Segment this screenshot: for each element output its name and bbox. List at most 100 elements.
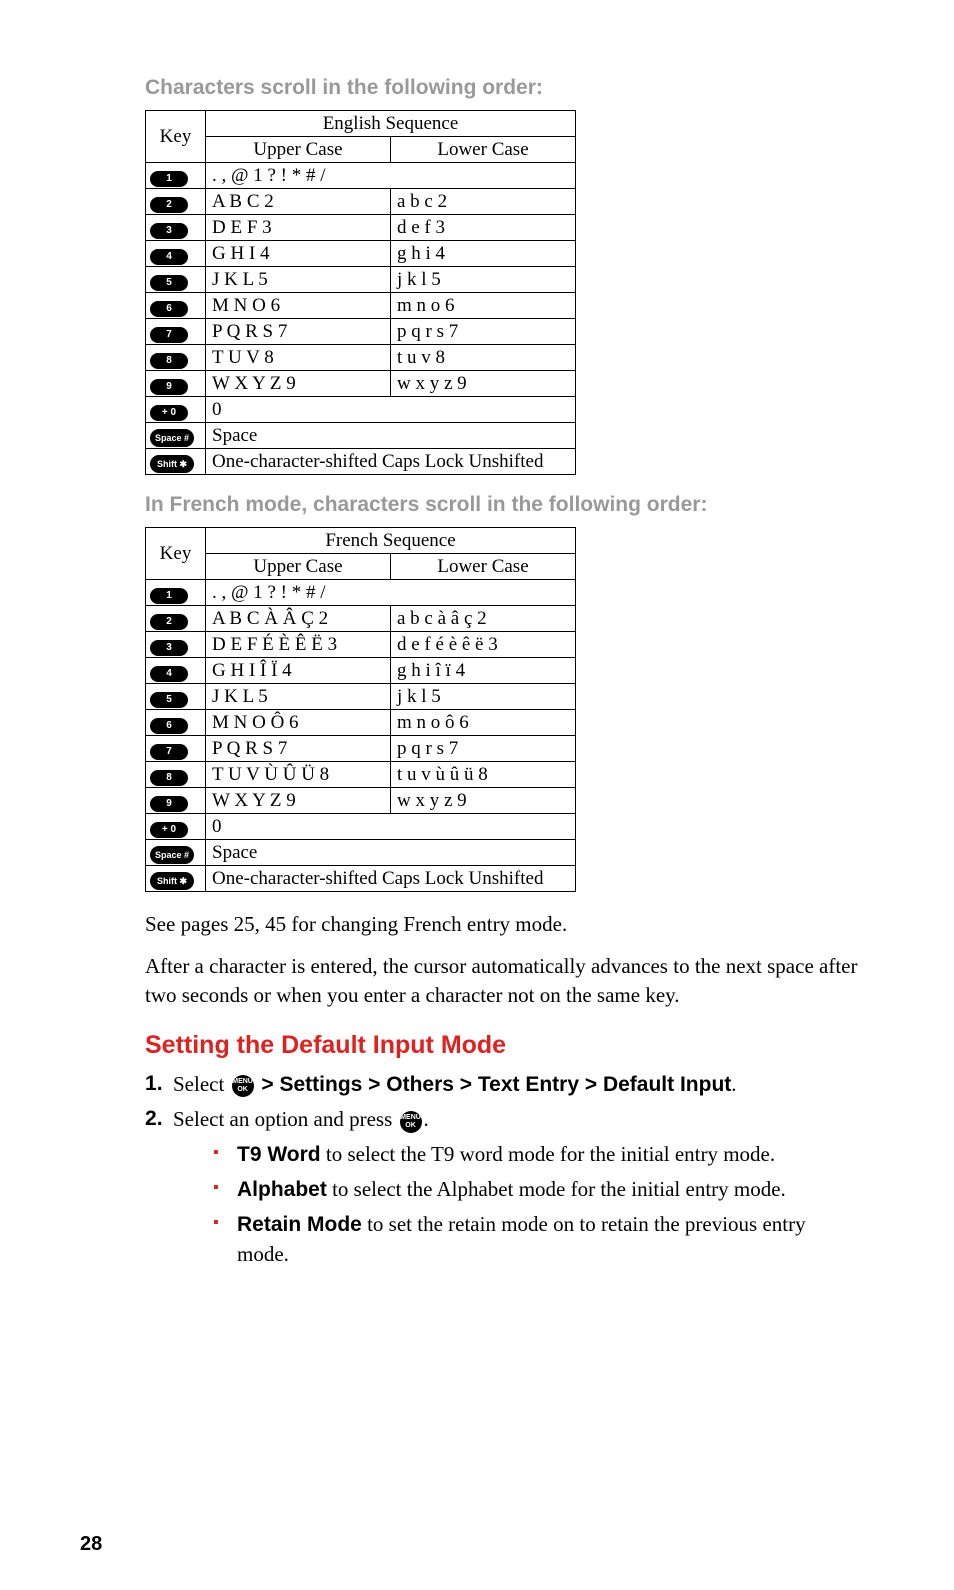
key-pill-icon: 2: [150, 614, 188, 630]
key-cell: 2: [146, 189, 206, 215]
lower-cell: j k l 5: [391, 684, 576, 710]
table-row: 5J K L 5j k l 5: [146, 684, 576, 710]
key-pill-icon: + 0: [150, 822, 188, 838]
col-upper: Upper Case: [206, 554, 391, 580]
page-content: Characters scroll in the following order…: [0, 0, 954, 1314]
key-cell: Space #: [146, 423, 206, 449]
step2-prefix: Select an option and press: [173, 1107, 398, 1131]
key-cell: 8: [146, 762, 206, 788]
table-row: 8T U V 8t u v 8: [146, 345, 576, 371]
key-pill-icon: 3: [150, 223, 188, 239]
col-upper: Upper Case: [206, 137, 391, 163]
lower-cell: m n o ô 6: [391, 710, 576, 736]
key-cell: 4: [146, 658, 206, 684]
upper-cell: J K L 5: [206, 267, 391, 293]
key-pill-icon: 1: [150, 171, 188, 187]
sequence-cell: One-character-shifted Caps Lock Unshifte…: [206, 449, 576, 475]
upper-cell: P Q R S 7: [206, 319, 391, 345]
table-row: 9 W X Y Z 9w x y z 9: [146, 371, 576, 397]
col-key: Key: [146, 111, 206, 163]
option-retain-mode: Retain Mode to set the retain mode on to…: [213, 1210, 859, 1268]
table-row: Shift ✱One-character-shifted Caps Lock U…: [146, 449, 576, 475]
table-row: Space #Space: [146, 840, 576, 866]
table-row: 1. , @ 1 ? ! * # /: [146, 580, 576, 606]
table-row: 8T U V Ù Û Ü 8t u v ù û ü 8: [146, 762, 576, 788]
key-pill-icon: 9: [150, 796, 188, 812]
sequence-cell: 0: [206, 397, 576, 423]
table-row: Shift ✱ One-character-shifted Caps Lock U…: [146, 866, 576, 892]
sequence-cell: Space: [206, 423, 576, 449]
key-cell: Shift ✱: [146, 866, 206, 892]
key-pill-icon: 9: [150, 379, 188, 395]
lower-cell: m n o 6: [391, 293, 576, 319]
table-row: + 0 0: [146, 397, 576, 423]
upper-cell: M N O 6: [206, 293, 391, 319]
key-pill-icon: 4: [150, 249, 188, 265]
key-cell: 1: [146, 163, 206, 189]
table-row: 3 D E F É È Ê Ë 3d e f é è ê ë 3: [146, 632, 576, 658]
key-cell: 3: [146, 632, 206, 658]
key-cell: + 0: [146, 814, 206, 840]
key-cell: Space #: [146, 840, 206, 866]
key-pill-icon: Space #: [150, 429, 194, 447]
lower-cell: t u v 8: [391, 345, 576, 371]
lower-cell: w x y z 9: [391, 371, 576, 397]
key-cell: 6: [146, 710, 206, 736]
col-fr-seq: French Sequence: [206, 528, 576, 554]
col-eng-seq: English Sequence: [206, 111, 576, 137]
lower-cell: g h i 4: [391, 241, 576, 267]
page-number: 28: [80, 1533, 102, 1556]
table-row: Space # Space: [146, 423, 576, 449]
key-cell: 7: [146, 319, 206, 345]
upper-cell: G H I Î Ï 4: [206, 658, 391, 684]
key-cell: 2: [146, 606, 206, 632]
lower-cell: j k l 5: [391, 267, 576, 293]
key-pill-icon: 6: [150, 301, 188, 317]
upper-cell: W X Y Z 9: [206, 371, 391, 397]
key-cell: 4: [146, 241, 206, 267]
key-pill-icon: 6: [150, 718, 188, 734]
table-row: 2 A B C À Â Ç 2a b c à â ç 2: [146, 606, 576, 632]
key-pill-icon: + 0: [150, 405, 188, 421]
heading-english-order: Characters scroll in the following order…: [145, 76, 859, 100]
table-row: 9W X Y Z 9w x y z 9: [146, 788, 576, 814]
table-row: 3D E F 3d e f 3: [146, 215, 576, 241]
sequence-cell: . , @ 1 ? ! * # /: [206, 163, 576, 189]
after-char-text: After a character is entered, the cursor…: [145, 952, 859, 1009]
lower-cell: d e f é è ê ë 3: [391, 632, 576, 658]
upper-cell: J K L 5: [206, 684, 391, 710]
upper-cell: A B C À Â Ç 2: [206, 606, 391, 632]
option-t9word: T9 Word to select the T9 word mode for t…: [213, 1140, 859, 1169]
key-pill-icon: 2: [150, 197, 188, 213]
table-row: 7P Q R S 7p q r s 7: [146, 319, 576, 345]
table-row: 1 . , @ 1 ? ! * # /: [146, 163, 576, 189]
sequence-cell: One-character-shifted Caps Lock Unshifte…: [206, 866, 576, 892]
key-pill-icon: 1: [150, 588, 188, 604]
key-cell: 5: [146, 267, 206, 293]
lower-cell: t u v ù û ü 8: [391, 762, 576, 788]
see-pages-text: See pages 25, 45 for changing French ent…: [145, 910, 859, 938]
upper-cell: G H I 4: [206, 241, 391, 267]
steps-list: Select MENUOK > Settings > Others > Text…: [145, 1070, 859, 1268]
key-pill-icon: 3: [150, 640, 188, 656]
upper-cell: P Q R S 7: [206, 736, 391, 762]
table-row: 6 M N O 6m n o 6: [146, 293, 576, 319]
key-cell: 6: [146, 293, 206, 319]
table-row: 7P Q R S 7p q r s 7: [146, 736, 576, 762]
lower-cell: a b c 2: [391, 189, 576, 215]
lower-cell: a b c à â ç 2: [391, 606, 576, 632]
col-lower: Lower Case: [391, 137, 576, 163]
menu-ok-icon: MENUOK: [232, 1075, 254, 1097]
key-cell: 3: [146, 215, 206, 241]
key-pill-icon: 5: [150, 275, 188, 291]
table-row: + 00: [146, 814, 576, 840]
upper-cell: D E F É È Ê Ë 3: [206, 632, 391, 658]
key-cell: + 0: [146, 397, 206, 423]
upper-cell: W X Y Z 9: [206, 788, 391, 814]
key-pill-icon: Shift ✱: [150, 872, 194, 890]
table-row: 5 J K L 5j k l 5: [146, 267, 576, 293]
step-2: Select an option and press MENUOK. T9 Wo…: [145, 1105, 859, 1268]
heading-french-order: In French mode, characters scroll in the…: [145, 493, 859, 517]
section-default-input-mode: Setting the Default Input Mode: [145, 1031, 859, 1060]
lower-cell: g h i î ï 4: [391, 658, 576, 684]
